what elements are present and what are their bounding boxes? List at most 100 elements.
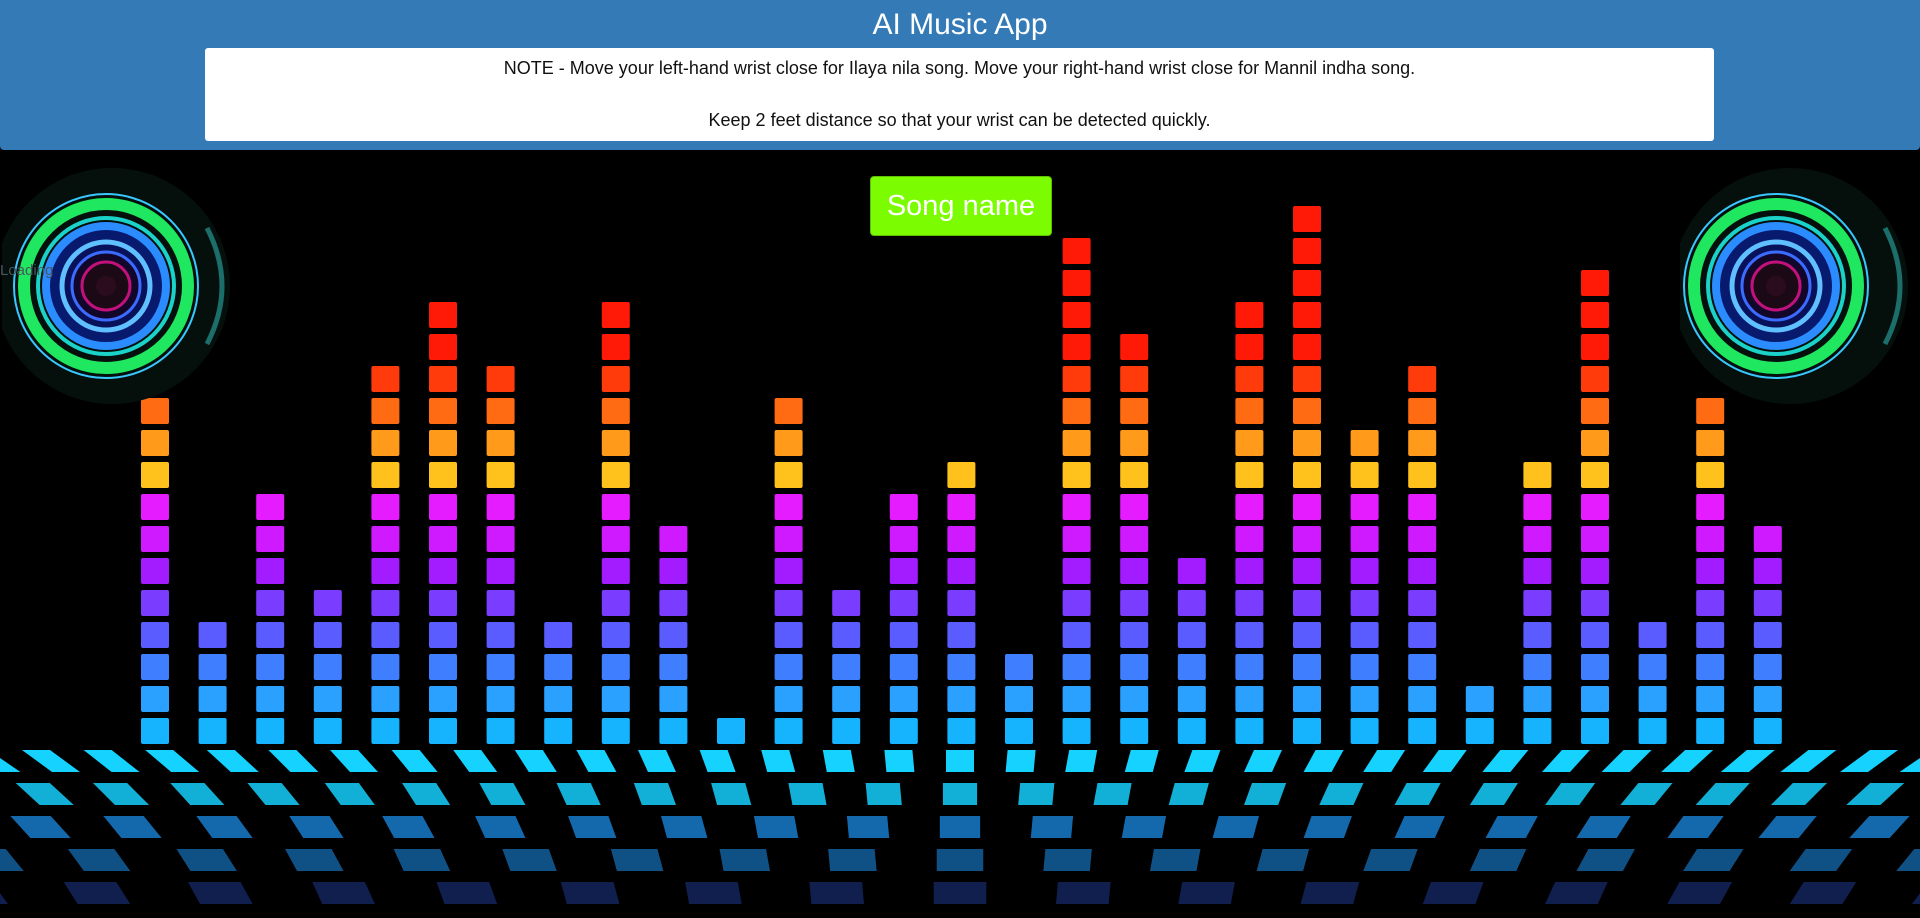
floor-tile bbox=[15, 783, 74, 805]
equalizer-segment bbox=[313, 654, 342, 680]
equalizer-bar bbox=[198, 622, 227, 744]
equalizer-segment bbox=[889, 494, 918, 520]
equalizer-segment bbox=[1523, 654, 1552, 680]
floor-tile bbox=[145, 750, 200, 772]
floor-tile bbox=[884, 750, 915, 772]
equalizer-segment bbox=[1120, 462, 1149, 488]
equalizer-visualizer bbox=[0, 206, 1920, 904]
floor-tile bbox=[1121, 816, 1167, 838]
equalizer-segment bbox=[1293, 238, 1321, 264]
equalizer-segment bbox=[601, 366, 630, 392]
equalizer-segment bbox=[1696, 590, 1725, 616]
equalizer-floor bbox=[0, 750, 1920, 904]
equalizer-segment bbox=[486, 430, 515, 456]
equalizer-segment bbox=[198, 622, 227, 648]
equalizer-segment bbox=[1408, 686, 1437, 712]
floor-tile bbox=[1168, 783, 1209, 805]
equalizer-segment bbox=[659, 654, 688, 680]
equalizer-segment bbox=[1696, 462, 1725, 488]
equalizer-segment bbox=[601, 718, 630, 744]
equalizer-segment bbox=[774, 462, 803, 488]
equalizer-segment bbox=[1062, 558, 1091, 584]
equalizer-segment bbox=[659, 718, 688, 744]
equalizer-segment bbox=[141, 590, 169, 616]
equalizer-segment bbox=[1120, 526, 1149, 552]
floor-tile bbox=[453, 750, 498, 772]
equalizer-segment bbox=[1581, 590, 1609, 616]
equalizer-segment bbox=[371, 430, 400, 456]
equalizer-segment bbox=[889, 622, 918, 648]
equalizer-segment bbox=[832, 718, 861, 744]
left-speaker-icon bbox=[2, 168, 230, 404]
equalizer-segment bbox=[1120, 686, 1149, 712]
app-header: AI Music App NOTE - Move your left-hand … bbox=[0, 0, 1920, 150]
equalizer-segment bbox=[1350, 654, 1379, 680]
equalizer-segment bbox=[1523, 494, 1552, 520]
floor-tile bbox=[1899, 757, 1920, 772]
equalizer-segment bbox=[832, 686, 861, 712]
floor-tile bbox=[761, 750, 796, 772]
equalizer-segment bbox=[1350, 558, 1379, 584]
floor-tile bbox=[1422, 750, 1467, 772]
equalizer-segment bbox=[429, 686, 457, 712]
song-name-button[interactable]: Song name bbox=[870, 176, 1052, 236]
equalizer-segment bbox=[256, 654, 285, 680]
floor-tile bbox=[556, 783, 601, 805]
equalizer-segment bbox=[486, 526, 515, 552]
floor-tile bbox=[324, 783, 375, 805]
floor-tile bbox=[1789, 882, 1857, 904]
equalizer-bar bbox=[659, 526, 688, 744]
equalizer-segment bbox=[1350, 622, 1379, 648]
floor-tile bbox=[1840, 750, 1898, 772]
equalizer-segment bbox=[486, 398, 515, 424]
floor-tile bbox=[699, 750, 736, 772]
equalizer-segment bbox=[371, 462, 400, 488]
equalizer-bar bbox=[313, 590, 342, 744]
equalizer-segment bbox=[832, 622, 861, 648]
equalizer-bar bbox=[1293, 206, 1321, 744]
equalizer-segment bbox=[1581, 526, 1609, 552]
floor-tile bbox=[939, 816, 981, 838]
floor-tile bbox=[0, 757, 21, 772]
floor-tile bbox=[1394, 816, 1445, 838]
equalizer-segment bbox=[1062, 366, 1091, 392]
floor-tile bbox=[1469, 849, 1527, 871]
equalizer-segment bbox=[1062, 302, 1091, 328]
equalizer-segment bbox=[256, 526, 285, 552]
floor-tile bbox=[638, 750, 676, 772]
equalizer-segment bbox=[601, 590, 630, 616]
floor-tile bbox=[170, 783, 225, 805]
equalizer-segment bbox=[1120, 654, 1149, 680]
equalizer-segment bbox=[141, 686, 169, 712]
equalizer-segment bbox=[1408, 398, 1437, 424]
equalizer-segment bbox=[486, 558, 515, 584]
floor-tile bbox=[1789, 849, 1853, 871]
floor-tile bbox=[479, 783, 526, 805]
equalizer-segment bbox=[1120, 430, 1149, 456]
equalizer-segment bbox=[486, 718, 515, 744]
equalizer-segment bbox=[1350, 430, 1379, 456]
app-title: AI Music App bbox=[872, 8, 1048, 41]
equalizer-segment bbox=[1753, 718, 1782, 744]
equalizer-segment bbox=[256, 718, 285, 744]
floor-tile bbox=[196, 816, 253, 838]
equalizer-segment bbox=[1753, 590, 1782, 616]
equalizer-segment bbox=[1062, 718, 1091, 744]
equalizer-segment bbox=[429, 654, 457, 680]
equalizer-bar bbox=[544, 622, 573, 744]
equalizer-segment bbox=[1062, 526, 1091, 552]
floor-tile bbox=[1849, 816, 1910, 838]
equalizer-segment bbox=[889, 654, 918, 680]
equalizer-segment bbox=[1408, 654, 1437, 680]
floor-tile bbox=[1758, 816, 1817, 838]
equalizer-segment bbox=[1581, 430, 1609, 456]
equalizer-segment bbox=[1408, 718, 1437, 744]
floor-tile bbox=[576, 750, 617, 772]
floor-tile bbox=[1911, 892, 1920, 904]
equalizer-bar bbox=[774, 398, 803, 744]
equalizer-segment bbox=[371, 366, 400, 392]
floor-tile bbox=[0, 849, 24, 871]
floor-tile bbox=[942, 783, 978, 805]
equalizer-segment bbox=[889, 590, 918, 616]
equalizer-segment bbox=[1581, 622, 1609, 648]
